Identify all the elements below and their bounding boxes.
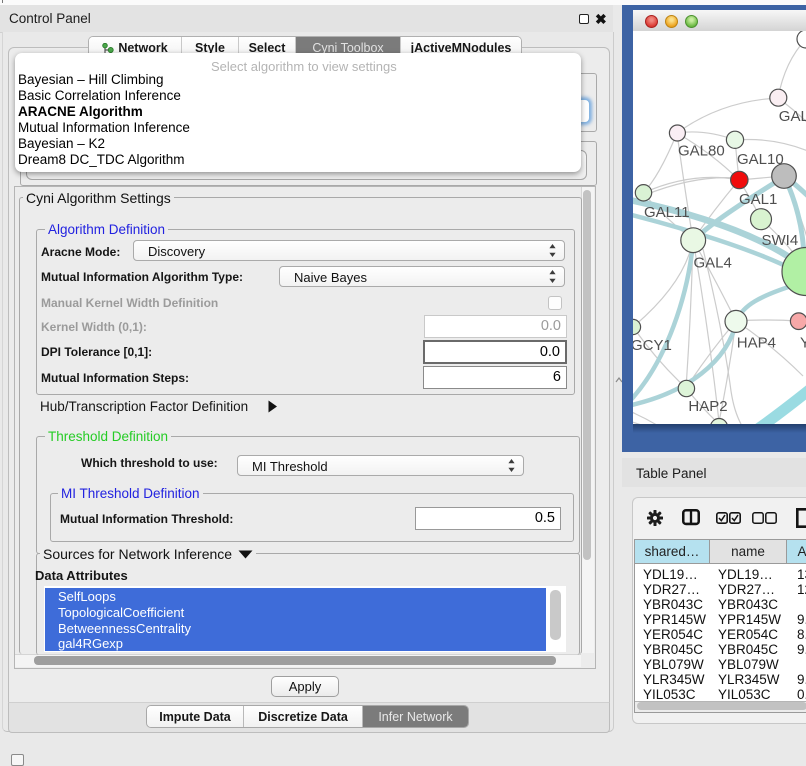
svg-text:GAL4: GAL4 <box>694 255 732 272</box>
svg-text:HAP4: HAP4 <box>737 335 776 352</box>
svg-text:GCY1: GCY1 <box>633 337 672 354</box>
svg-text:GAL7: GAL7 <box>779 108 806 125</box>
svg-text:GAL10: GAL10 <box>737 151 784 168</box>
svg-text:GAL80: GAL80 <box>678 143 725 160</box>
svg-text:GAL11: GAL11 <box>644 204 690 221</box>
svg-text:Y: Y <box>800 335 806 352</box>
svg-text:HAP2: HAP2 <box>688 398 727 415</box>
svg-text:SWI4: SWI4 <box>762 232 799 249</box>
svg-text:GAL1: GAL1 <box>739 191 777 208</box>
